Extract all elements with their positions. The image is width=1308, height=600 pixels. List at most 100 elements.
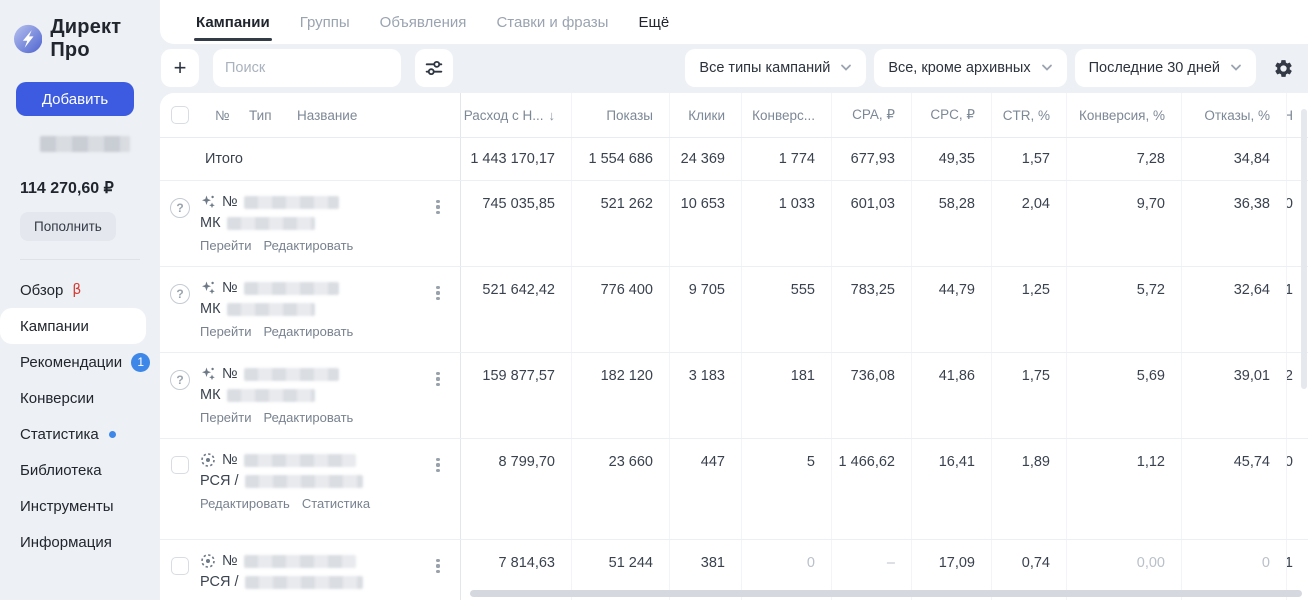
- metric-cell: 1 443 170,17: [470, 151, 555, 167]
- notification-dot: [108, 430, 116, 438]
- redacted-campaign-name: [244, 474, 363, 488]
- tab-campaigns[interactable]: Кампании: [194, 0, 272, 44]
- col-conversions[interactable]: Конверс...: [741, 93, 831, 137]
- go-to-link[interactable]: Перейти: [200, 324, 252, 339]
- col-impressions[interactable]: Показы: [571, 93, 669, 137]
- redacted-campaign-name: [226, 388, 315, 402]
- add-campaign-button[interactable]: +: [161, 49, 199, 87]
- metric-cell: 181: [741, 353, 831, 438]
- sidebar-item-information[interactable]: Информация: [0, 524, 160, 560]
- edit-link[interactable]: Редактировать: [264, 324, 354, 339]
- edit-link[interactable]: Редактировать: [264, 410, 354, 425]
- help-icon[interactable]: ?: [170, 284, 190, 304]
- col-number[interactable]: №: [215, 108, 249, 123]
- go-to-link[interactable]: Перейти: [200, 238, 252, 253]
- tab-more[interactable]: Ещё: [638, 0, 669, 44]
- campaign-type-filter[interactable]: Все типы кампаний: [685, 49, 867, 87]
- gear-icon: [1274, 59, 1292, 77]
- date-range-filter[interactable]: Последние 30 дней: [1074, 49, 1256, 87]
- search-input[interactable]: [225, 60, 389, 76]
- redacted-campaign-id: [243, 453, 356, 467]
- filter-label: Все типы кампаний: [699, 60, 831, 76]
- sidebar-item-label: Инструменты: [20, 497, 114, 515]
- filter-pills: Все типы кампаний Все, кроме архивных По…: [685, 49, 1296, 87]
- metric-cell: 182 120: [571, 353, 669, 438]
- metric-cell: 36,38: [1181, 181, 1286, 266]
- sidebar-item-statistics[interactable]: Статистика: [0, 416, 160, 452]
- vertical-scrollbar[interactable]: [1301, 109, 1307, 389]
- sidebar: Директ Про Добавить 114 270,60 ₽ Пополни…: [0, 0, 160, 600]
- col-cpc[interactable]: CPC, ₽: [911, 93, 991, 137]
- chevron-down-icon: [1231, 64, 1241, 71]
- network-campaign-icon: [201, 554, 215, 568]
- col-cost[interactable]: Расход с Н... ↓: [461, 93, 571, 137]
- col-clicks[interactable]: Клики: [669, 93, 741, 137]
- topup-button[interactable]: Пополнить: [20, 212, 116, 241]
- campaign-type-label: МК: [200, 215, 221, 231]
- go-to-link[interactable]: Перейти: [200, 410, 252, 425]
- col-ctr[interactable]: CTR, %: [991, 93, 1066, 137]
- help-icon[interactable]: ?: [170, 370, 190, 390]
- table-settings-button[interactable]: [1270, 49, 1296, 87]
- add-button[interactable]: Добавить: [16, 82, 134, 116]
- metric-cell: 39,01: [1181, 353, 1286, 438]
- sidebar-item-label: Обзор: [20, 281, 64, 299]
- metric-cell: 24 369: [669, 138, 741, 180]
- statistics-link[interactable]: Статистика: [302, 496, 370, 511]
- metric-cell: 58,28: [911, 181, 991, 266]
- tab-ads[interactable]: Объявления: [380, 0, 467, 44]
- row-menu-button[interactable]: [430, 369, 446, 389]
- sidebar-item-overview[interactable]: Обзор β: [0, 272, 160, 308]
- app-logo[interactable]: Директ Про: [0, 0, 160, 62]
- metric-cell: 32,64: [1181, 267, 1286, 352]
- campaign-wizard-icon: [202, 281, 215, 295]
- row-menu-button[interactable]: [430, 556, 446, 576]
- row-checkbox[interactable]: [171, 557, 189, 575]
- totals-row: Итого 1 443 170,17 1 554 686 24 369 1 77…: [160, 138, 1308, 181]
- metric-cell: 736,08: [831, 353, 911, 438]
- col-conversion-rate[interactable]: Конверсия, %: [1066, 93, 1181, 137]
- beta-badge: β: [72, 282, 82, 298]
- metric-cell: 7,28: [1066, 138, 1181, 180]
- sidebar-item-campaigns[interactable]: Кампании: [0, 308, 146, 344]
- row-menu-button[interactable]: [430, 197, 446, 217]
- col-name[interactable]: Название: [297, 108, 460, 123]
- sidebar-item-conversions[interactable]: Конверсии: [0, 380, 160, 416]
- tab-bids-phrases[interactable]: Ставки и фразы: [496, 0, 608, 44]
- edit-link[interactable]: Редактировать: [264, 238, 354, 253]
- sidebar-item-tools[interactable]: Инструменты: [0, 488, 160, 524]
- help-icon[interactable]: ?: [170, 198, 190, 218]
- edit-link[interactable]: Редактировать: [200, 496, 290, 511]
- sidebar-item-library[interactable]: Библиотека: [0, 452, 160, 488]
- horizontal-scrollbar[interactable]: [470, 590, 1302, 597]
- metric-cell: 3 183: [669, 353, 741, 438]
- select-all-checkbox[interactable]: [171, 106, 189, 124]
- redacted-campaign-name: [226, 302, 315, 316]
- metric-cell: 45,74: [1181, 439, 1286, 539]
- search-box: [213, 49, 401, 87]
- toolbar: + Все типы кампаний Все, кроме архивных: [160, 48, 1308, 88]
- redacted-campaign-name: [226, 216, 315, 230]
- metric-cell: 5,72: [1066, 267, 1181, 352]
- row-checkbox[interactable]: [171, 456, 189, 474]
- count-badge: 1: [131, 352, 151, 372]
- account-balance: 114 270,60 ₽: [20, 180, 114, 197]
- redacted-campaign-id: [243, 554, 356, 568]
- row-menu-button[interactable]: [430, 455, 446, 475]
- col-type[interactable]: Тип: [249, 108, 297, 123]
- filter-button[interactable]: [415, 49, 453, 87]
- metric-cell: 1 554 686: [571, 138, 669, 180]
- tab-label: Объявления: [379, 13, 467, 31]
- col-cpa[interactable]: CPA, ₽: [831, 93, 911, 137]
- archive-filter[interactable]: Все, кроме архивных: [874, 49, 1067, 87]
- metric-cell: 9,70: [1066, 181, 1181, 266]
- sidebar-item-label: Библиотека: [20, 461, 102, 479]
- tab-groups[interactable]: Группы: [300, 0, 350, 44]
- metric-cell: 1 774: [741, 138, 831, 180]
- row-menu-button[interactable]: [430, 283, 446, 303]
- col-label: Отказы, %: [1204, 107, 1270, 123]
- sidebar-item-recommendations[interactable]: Рекомендации 1: [0, 344, 160, 380]
- sort-desc-icon: ↓: [548, 107, 556, 123]
- metric-cell: 5,69: [1066, 353, 1181, 438]
- col-bounce-rate[interactable]: Отказы, %: [1181, 93, 1286, 137]
